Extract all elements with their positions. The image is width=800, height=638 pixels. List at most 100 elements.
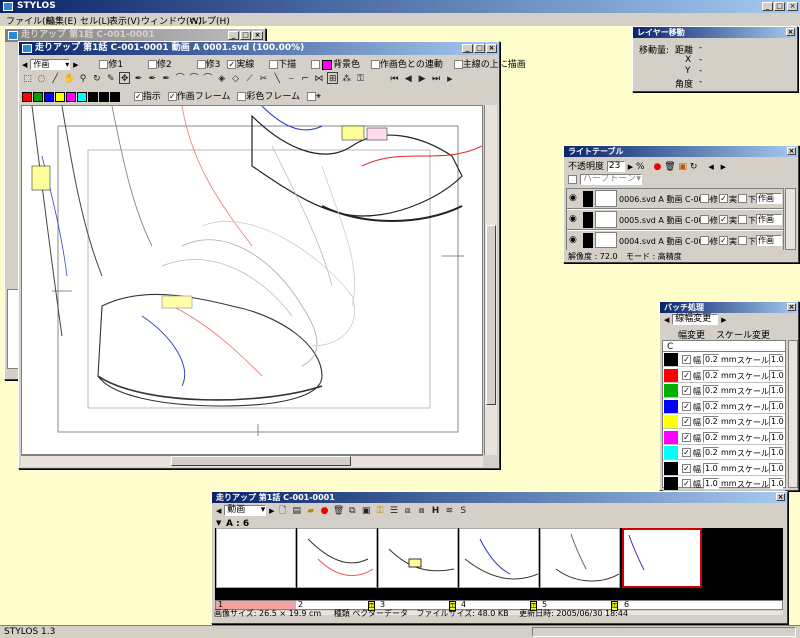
batch-row[interactable]: ✓ 幅 1.0 mm スケール 1.0 <box>663 461 785 476</box>
prev-icon[interactable]: ◀ <box>664 316 669 324</box>
node-icon[interactable]: ⁂ <box>341 73 352 85</box>
menu-view[interactable]: 表示(V) <box>109 14 140 27</box>
haikei-checkbox[interactable] <box>311 60 321 69</box>
width-input[interactable]: 0.2 <box>703 416 719 427</box>
color-swatch-magenta[interactable] <box>66 91 76 102</box>
maximize-button[interactable]: □ <box>774 2 785 11</box>
next-layer-icon[interactable]: ▶ <box>73 61 78 69</box>
halftone-checkbox[interactable] <box>568 175 577 184</box>
brush-b-icon[interactable]: ⌒ <box>189 73 200 85</box>
batch-row[interactable]: ✓ 幅 1.0 mm スケール 1.0 <box>663 476 785 491</box>
opacity-input[interactable]: 23 <box>606 161 625 172</box>
batch-row[interactable]: ✓ 幅 0.2 mm スケール 1.0 <box>663 368 785 383</box>
track-collapse-icon[interactable]: ▼ <box>216 519 221 527</box>
main-window-title-bar[interactable]: 走りアップ 第1話 C-001-0001 動画 A 0001.svd (100.… <box>19 42 499 55</box>
s-icon[interactable]: S <box>458 505 469 517</box>
trash-icon[interactable]: 🗑 <box>664 162 675 172</box>
color-swatch-red[interactable] <box>22 91 32 102</box>
batch-row-checkbox[interactable]: ✓ <box>682 417 691 426</box>
close-button[interactable]: × <box>787 2 798 11</box>
timeline-select[interactable]: 動画 ▾ <box>224 505 267 516</box>
prev-layer-icon[interactable]: ◀ <box>22 61 27 69</box>
batch-row-checkbox[interactable]: ✓ <box>682 463 691 473</box>
frame-thumb-1[interactable] <box>216 528 296 588</box>
shiji-checkbox[interactable]: ✓ <box>133 92 143 101</box>
brush-c-icon[interactable]: ⌒ <box>202 73 213 85</box>
main-min-button[interactable]: _ <box>462 44 473 53</box>
rect-select-icon[interactable]: ⬚ <box>22 73 33 85</box>
width-input[interactable]: 0.2 <box>703 400 719 412</box>
frame-thumb-3[interactable] <box>378 528 458 588</box>
pen-b-icon[interactable]: ✒ <box>147 73 158 85</box>
halftone-select[interactable]: ハーフトーン ▾ <box>579 174 642 185</box>
menu-help[interactable]: ヘルプ(H) <box>189 14 230 27</box>
paste-icon[interactable]: ▣ <box>361 505 372 517</box>
batch-row-checkbox[interactable]: ✓ <box>682 479 691 488</box>
hand-icon[interactable]: ✋ <box>64 73 75 85</box>
opacity-arrow-icon[interactable]: ▶ <box>628 163 633 171</box>
shu3-checkbox[interactable] <box>196 60 206 69</box>
main-close-button[interactable]: × <box>486 44 497 53</box>
horizontal-scrollbar[interactable] <box>21 455 483 467</box>
stack2-icon[interactable]: ⧇ <box>416 505 427 517</box>
batch-row[interactable]: ✓ 幅 0.2 mm スケール 1.0 <box>663 445 785 460</box>
eye-icon[interactable]: ◉ <box>569 235 577 245</box>
stack-icon[interactable]: ⧈ <box>402 505 413 517</box>
scale-input[interactable]: 1.0 <box>769 400 784 412</box>
scale-input[interactable]: 1.0 <box>769 416 784 427</box>
next-icon[interactable]: ▶ <box>269 507 274 515</box>
jitsu-checkbox[interactable]: ✓ <box>719 236 728 246</box>
light-table-item-1[interactable]: ◉ 0005.svd A 動画 C-001- 修 ✓ 実 下 作画 <box>567 210 783 230</box>
rotate-icon[interactable]: ↻ <box>91 73 102 85</box>
record-icon[interactable]: ● <box>319 505 330 517</box>
brush-a-icon[interactable]: ⌒ <box>175 73 186 85</box>
light-table-item-2[interactable]: ◉ 0004.svd A 動画 C-001- 修 ✓ 実 下 作画 <box>567 231 783 250</box>
color-swatch-cyan[interactable] <box>77 91 87 102</box>
timeline-close-button[interactable]: × <box>776 493 785 501</box>
h-icon[interactable]: H <box>430 505 441 517</box>
horizontal-scroll-thumb[interactable] <box>171 456 351 466</box>
prev-icon[interactable]: ◀ <box>708 163 713 171</box>
width-input[interactable]: 0.2 <box>703 354 719 365</box>
next-icon[interactable]: ▶ <box>721 163 726 171</box>
light-table-close-button[interactable]: × <box>787 147 796 155</box>
shita-checkbox[interactable] <box>269 60 279 69</box>
jitsu-checkbox[interactable]: ✓ <box>719 194 728 204</box>
color-swatch-black-2[interactable] <box>99 91 109 102</box>
width-input[interactable]: 1.0 <box>703 462 719 474</box>
next-icon[interactable]: ▶ <box>444 73 455 85</box>
batch-title-bar[interactable]: バッチ処理 × <box>660 302 798 313</box>
width-input[interactable]: 0.2 <box>703 431 719 443</box>
shu-checkbox[interactable] <box>700 236 709 246</box>
width-input[interactable]: 0.2 <box>703 385 719 396</box>
pen-icon[interactable]: ✎ <box>105 73 116 85</box>
menu-cel[interactable]: セル(L) <box>80 14 110 27</box>
image-icon[interactable]: ▣ <box>679 162 688 172</box>
drawing-canvas[interactable] <box>21 105 483 455</box>
width-input[interactable]: 1.0 <box>703 478 719 489</box>
zoom-icon[interactable]: ⚲ <box>78 73 89 85</box>
light-table-item-0[interactable]: ◉ 0006.svd A 動画 C-001- 修 ✓ 実 下 作画 <box>567 189 783 209</box>
scale-input[interactable]: 1.0 <box>769 462 784 474</box>
split-icon[interactable]: ⋈ <box>313 73 324 85</box>
scale-input[interactable]: 1.0 <box>769 478 784 489</box>
color-swatch-yellow[interactable] <box>55 91 65 102</box>
pen-c-icon[interactable]: ✒ <box>161 73 172 85</box>
light-table-title-bar[interactable]: ライトテーブル × <box>564 146 798 157</box>
scale-input[interactable]: 1.0 <box>769 447 784 458</box>
scale-input[interactable]: 1.0 <box>769 369 784 381</box>
shusen-checkbox[interactable] <box>453 60 463 69</box>
batch-row[interactable]: ✓ 幅 0.2 mm スケール 1.0 <box>663 352 785 367</box>
sakuga-frame-checkbox[interactable]: ✓ <box>167 92 177 101</box>
background-color-swatch[interactable] <box>322 59 333 70</box>
renkei-checkbox[interactable] <box>370 60 380 69</box>
jissen-checkbox[interactable]: ✓ <box>227 60 237 69</box>
lasso-icon[interactable]: ◌ <box>36 73 47 85</box>
scale-input[interactable]: 1.0 <box>769 431 784 443</box>
dropper-icon[interactable]: ⟋ <box>244 73 255 85</box>
shu-checkbox[interactable] <box>700 194 709 204</box>
batch-scrollbar[interactable] <box>788 340 798 488</box>
batch-row-checkbox[interactable]: ✓ <box>682 355 691 364</box>
vertical-scrollbar[interactable] <box>484 105 497 455</box>
eraser-icon[interactable]: ◇ <box>230 73 241 85</box>
